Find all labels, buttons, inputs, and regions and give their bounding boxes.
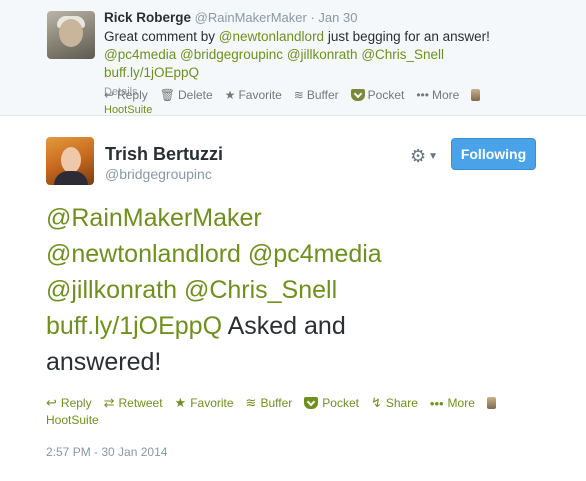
- buffer-label: Buffer: [306, 88, 339, 102]
- reply-label: Reply: [60, 396, 92, 410]
- favorite-button[interactable]: ★ Favorite: [225, 88, 282, 102]
- share-button[interactable]: ↯ Share: [371, 395, 418, 411]
- more-button[interactable]: ••• More: [430, 396, 475, 411]
- reply-button[interactable]: ↩ Reply: [46, 395, 92, 411]
- parent-header: Rick Roberge @RainMakerMaker · Jan 30: [104, 10, 357, 25]
- mention-link[interactable]: @RainMakerMaker: [46, 204, 262, 232]
- stack-icon: ≋: [293, 88, 304, 102]
- extension-icon[interactable]: [486, 397, 496, 409]
- more-button[interactable]: ••• More: [416, 88, 459, 102]
- mention-link[interactable]: @pc4media: [104, 47, 176, 62]
- reply-label: Reply: [117, 88, 148, 102]
- more-label: More: [447, 396, 475, 410]
- reply-arrow-icon: ↩: [46, 395, 57, 410]
- pocket-icon: [350, 89, 365, 101]
- pocket-icon: [304, 397, 319, 409]
- separator-dot: ·: [310, 10, 315, 25]
- mention-link[interactable]: @jillkonrath: [287, 47, 358, 62]
- main-tweet-text: @RainMakerMaker @newtonlandlord @pc4medi…: [46, 200, 466, 380]
- favorite-button[interactable]: ★ Favorite: [175, 395, 234, 411]
- parent-author-handle[interactable]: @RainMakerMaker: [195, 10, 307, 25]
- main-action-bar: ↩ Reply ⇄ Retweet ★ Favorite ≋ Buffer Po…: [46, 395, 496, 411]
- retweet-label: Retweet: [118, 396, 163, 410]
- following-button[interactable]: Following: [451, 138, 536, 170]
- mention-link[interactable]: @bridgegroupinc: [180, 47, 283, 62]
- extension-icon[interactable]: [471, 89, 481, 101]
- more-label: More: [431, 88, 460, 102]
- mention-link[interactable]: @jillkonrath: [46, 276, 177, 304]
- buffer-button[interactable]: ≋ Buffer: [294, 88, 339, 102]
- text-fragment: just begging for an answer!: [324, 29, 490, 44]
- mention-link[interactable]: @newtonlandlord: [46, 240, 241, 268]
- parent-author-name[interactable]: Rick Roberge: [104, 10, 191, 25]
- ellipsis-icon: •••: [429, 395, 444, 411]
- main-author-handle[interactable]: @bridgegroupinc: [105, 166, 212, 182]
- main-author-name[interactable]: Trish Bertuzzi: [105, 144, 223, 165]
- share-icon: ↯: [370, 395, 382, 410]
- stack-icon: ≋: [245, 395, 257, 410]
- parent-tweet[interactable]: Rick Roberge @RainMakerMaker · Jan 30 Gr…: [0, 0, 586, 116]
- avatar-face-shape: [59, 19, 83, 47]
- mention-link[interactable]: @newtonlandlord: [219, 29, 324, 44]
- avatar-body-shape: [54, 171, 88, 185]
- pocket-button[interactable]: Pocket: [304, 396, 359, 410]
- chevron-down-icon: ▼: [428, 151, 439, 162]
- avatar-face-shape: [61, 147, 81, 173]
- parent-avatar[interactable]: [47, 11, 95, 59]
- main-avatar[interactable]: [46, 137, 94, 185]
- via-hootsuite-link[interactable]: HootSuite: [46, 413, 99, 427]
- buffer-button[interactable]: ≋ Buffer: [246, 395, 293, 411]
- delete-label: Delete: [177, 88, 213, 102]
- gear-icon: ⚙: [410, 146, 427, 166]
- parent-timestamp[interactable]: Jan 30: [318, 10, 357, 25]
- pocket-label: Pocket: [322, 396, 359, 410]
- star-icon: ★: [224, 88, 236, 102]
- favorite-label: Favorite: [238, 88, 282, 102]
- retweet-icon: ⇄: [103, 395, 115, 410]
- text-fragment: Great comment by: [104, 29, 219, 44]
- retweet-button[interactable]: ⇄ Retweet: [104, 395, 163, 411]
- reply-arrow-icon: ↩: [104, 88, 115, 102]
- mention-link[interactable]: @pc4media: [248, 240, 382, 268]
- reply-button[interactable]: ↩ Reply: [104, 88, 148, 102]
- buffer-label: Buffer: [260, 396, 293, 410]
- pocket-button[interactable]: Pocket: [350, 88, 405, 102]
- mention-link[interactable]: @Chris_Snell: [361, 47, 444, 62]
- favorite-label: Favorite: [190, 396, 234, 410]
- user-actions-menu[interactable]: ⚙ ▼: [410, 146, 438, 167]
- via-hootsuite-ghost[interactable]: HootSuite: [104, 104, 152, 116]
- url-link[interactable]: buff.ly/1jOEppQ: [104, 65, 199, 80]
- pocket-label: Pocket: [367, 88, 405, 102]
- delete-button[interactable]: 🗑 Delete: [160, 88, 213, 102]
- parent-tweet-text: Great comment by @newtonlandlord just be…: [104, 28, 544, 82]
- share-label: Share: [385, 396, 418, 410]
- trash-icon: 🗑: [159, 88, 175, 102]
- parent-action-bar: ↩ Reply 🗑 Delete ★ Favorite ≋ Buffer Poc…: [104, 88, 481, 102]
- star-icon: ★: [174, 395, 187, 410]
- tweet-timestamp[interactable]: 2:57 PM - 30 Jan 2014: [46, 445, 167, 459]
- url-link[interactable]: buff.ly/1jOEppQ: [46, 312, 222, 340]
- mention-link[interactable]: @Chris_Snell: [184, 276, 337, 304]
- ellipsis-icon: •••: [416, 88, 429, 102]
